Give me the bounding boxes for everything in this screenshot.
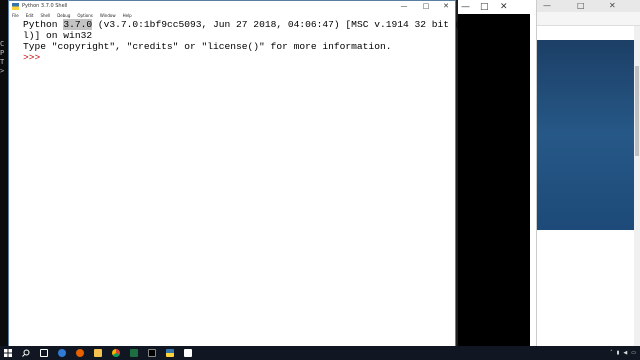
shell-prompt[interactable]: >>>: [23, 52, 46, 63]
shell-output-line: Type "copyright", "credits" or "license(…: [23, 41, 392, 52]
shell-output-line: Python 3.7.0 (v3.7.0:1bf9cc5093, Jun 27 …: [23, 19, 484, 30]
background-browser-window[interactable]: — □ ✕: [536, 0, 640, 346]
tray-expand-icon[interactable]: ˄: [610, 346, 613, 360]
console-char: T: [0, 58, 5, 66]
network-icon[interactable]: ▮: [617, 346, 620, 360]
shell-text: Python: [23, 19, 64, 30]
windows-icon[interactable]: [0, 346, 16, 360]
minimize-button[interactable]: —: [397, 1, 411, 12]
shell-text: (v3.7.0:1bf9cc5093, Jun 27 2018, 04:06:4…: [92, 19, 484, 30]
close-icon[interactable]: ✕: [500, 2, 508, 12]
console-titlebar[interactable]: — □ ✕: [458, 0, 530, 14]
menu-bar: File Edit Shell Debug Options Window Hel…: [9, 12, 455, 19]
search-icon[interactable]: [18, 346, 34, 360]
console-char: >: [0, 67, 5, 75]
browser-page-banner: [537, 40, 640, 230]
scrollbar-thumb[interactable]: [635, 66, 639, 156]
browser-titlebar[interactable]: — □ ✕: [537, 0, 640, 12]
python-icon: [12, 3, 19, 10]
task-view-icon[interactable]: [36, 346, 52, 360]
browser-scrollbar[interactable]: [634, 26, 640, 346]
taskbar: ˄ ▮ ◀ ▭: [0, 346, 640, 360]
maximize-icon[interactable]: □: [480, 2, 489, 12]
shell-output-line: l)] on win32: [23, 30, 93, 41]
system-tray[interactable]: ˄ ▮ ◀ ▭: [610, 346, 636, 360]
menu-edit[interactable]: Edit: [26, 12, 34, 19]
close-button[interactable]: ✕: [439, 1, 453, 12]
chrome-icon[interactable]: [108, 346, 124, 360]
menu-options[interactable]: Options: [77, 12, 92, 19]
idle-shell-window[interactable]: Python 3.7.0 Shell — □ ✕ File Edit Shell…: [8, 0, 484, 346]
minimize-icon[interactable]: —: [543, 1, 551, 10]
maximize-button[interactable]: □: [419, 1, 433, 12]
menu-window[interactable]: Window: [100, 12, 116, 19]
close-icon[interactable]: ✕: [609, 1, 616, 10]
shell-text-area[interactable]: Python 3.7.0 (v3.7.0:1bf9cc5093, Jun 27 …: [9, 19, 484, 346]
terminal-icon[interactable]: [144, 346, 160, 360]
python-icon[interactable]: [162, 346, 178, 360]
menu-file[interactable]: File: [12, 12, 19, 19]
window-title: Python 3.7.0 Shell: [22, 3, 68, 9]
menu-help[interactable]: Help: [123, 12, 132, 19]
maximize-icon[interactable]: □: [577, 1, 585, 10]
menu-debug[interactable]: Debug: [57, 12, 70, 19]
minimize-icon[interactable]: —: [461, 2, 470, 12]
console-char: P: [0, 49, 5, 57]
volume-icon[interactable]: ◀: [623, 346, 627, 360]
title-bar[interactable]: Python 3.7.0 Shell — □ ✕: [9, 1, 455, 12]
menu-shell[interactable]: Shell: [40, 12, 50, 19]
console-char: C: [0, 40, 5, 48]
excel-icon[interactable]: [126, 346, 142, 360]
selected-text[interactable]: 3.7.0: [63, 19, 93, 30]
browser-address-bar[interactable]: [537, 12, 640, 26]
edge-icon[interactable]: [54, 346, 70, 360]
firefox-icon[interactable]: [72, 346, 88, 360]
file-explorer-icon[interactable]: [90, 346, 106, 360]
notification-icon[interactable]: ▭: [631, 346, 636, 360]
idle-icon[interactable]: [180, 346, 196, 360]
background-console-window[interactable]: [458, 14, 530, 346]
